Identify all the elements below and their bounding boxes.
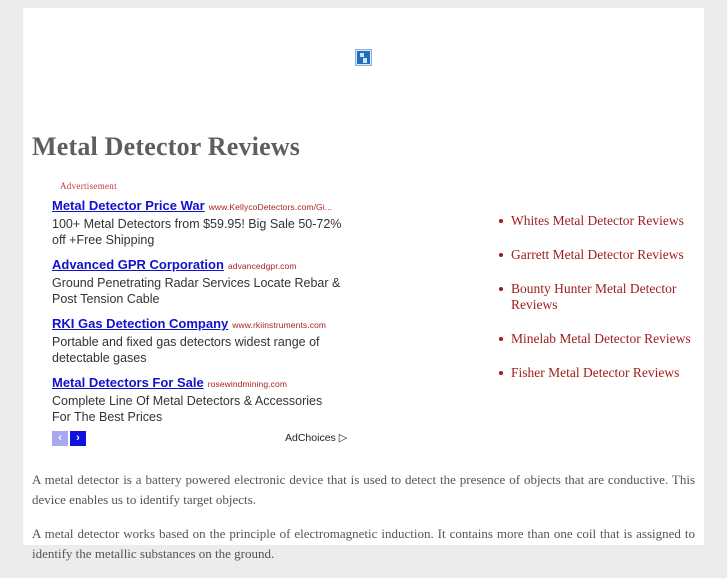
ad-title-link[interactable]: Metal Detectors For Sale	[52, 375, 204, 390]
related-links-list: Whites Metal Detector Reviews Garrett Me…	[493, 213, 716, 399]
ad-item: RKI Gas Detection Company www.rkiinstrume…	[52, 316, 352, 366]
related-link-item[interactable]: Minelab Metal Detector Reviews	[499, 331, 716, 347]
ad-footer: ‹ › AdChoices ▷	[52, 431, 352, 451]
ad-description: Complete Line Of Metal Detectors & Acces…	[52, 394, 323, 424]
ad-headline-row: Metal Detector Price War www.KellycoDetec…	[52, 198, 352, 215]
broken-image-glyph	[357, 51, 370, 64]
related-link-item[interactable]: Fisher Metal Detector Reviews	[499, 365, 716, 381]
ad-title-link[interactable]: Advanced GPR Corporation	[52, 257, 224, 272]
ad-headline-row: Advanced GPR Corporation advancedgpr.com	[52, 257, 352, 274]
adchoices-link[interactable]: AdChoices ▷	[285, 431, 347, 444]
adchoices-label: AdChoices	[285, 432, 336, 444]
content-area: Metal Detector Reviews Advertisement Met…	[23, 8, 704, 561]
related-link-item[interactable]: Whites Metal Detector Reviews	[499, 213, 716, 229]
page-title: Metal Detector Reviews	[32, 132, 301, 162]
chevron-right-icon[interactable]: ›	[70, 431, 86, 446]
body-paragraph: A metal detector is a battery powered el…	[32, 472, 695, 507]
related-link-item[interactable]: Garrett Metal Detector Reviews	[499, 247, 716, 263]
ad-description: Ground Penetrating Radar Services Locate…	[52, 276, 341, 306]
broken-image-icon[interactable]	[355, 49, 372, 66]
ad-title-link[interactable]: RKI Gas Detection Company	[52, 316, 228, 331]
body-paragraph: A metal detector works based on the prin…	[32, 526, 695, 561]
chevron-left-icon[interactable]: ‹	[52, 431, 68, 446]
ad-url: rosewindmining.com	[207, 379, 287, 389]
adchoices-triangle-icon: ▷	[338, 432, 348, 444]
ad-headline-row: Metal Detectors For Sale rosewindmining.c…	[52, 375, 352, 392]
ad-item: Advanced GPR Corporation advancedgpr.com …	[52, 257, 352, 307]
ad-item: Metal Detectors For Sale rosewindmining.c…	[52, 375, 352, 425]
ad-description: 100+ Metal Detectors from $59.95! Big Sa…	[52, 217, 342, 247]
advertisement-label: Advertisement	[60, 181, 117, 191]
ad-title-link[interactable]: Metal Detector Price War	[52, 198, 205, 213]
ad-description: Portable and fixed gas detectors widest …	[52, 335, 320, 365]
advertisement-block: Advertisement Metal Detector Price War ww…	[28, 173, 360, 458]
ad-list: Metal Detector Price War www.KellycoDetec…	[52, 198, 352, 434]
ad-url: www.rkiinstruments.com	[232, 320, 327, 330]
top-banner-region	[23, 8, 704, 108]
related-link-item[interactable]: Bounty Hunter Metal Detector Reviews	[499, 281, 716, 313]
page-root: Metal Detector Reviews Advertisement Met…	[0, 0, 727, 561]
article-body: A metal detector is a battery powered el…	[32, 470, 695, 578]
ad-item: Metal Detector Price War www.KellycoDetec…	[52, 198, 352, 248]
ad-url: advancedgpr.com	[227, 261, 297, 271]
ad-url: www.KellycoDetectors.com/Gi...	[208, 202, 333, 212]
ad-headline-row: RKI Gas Detection Company www.rkiinstrume…	[52, 316, 352, 333]
